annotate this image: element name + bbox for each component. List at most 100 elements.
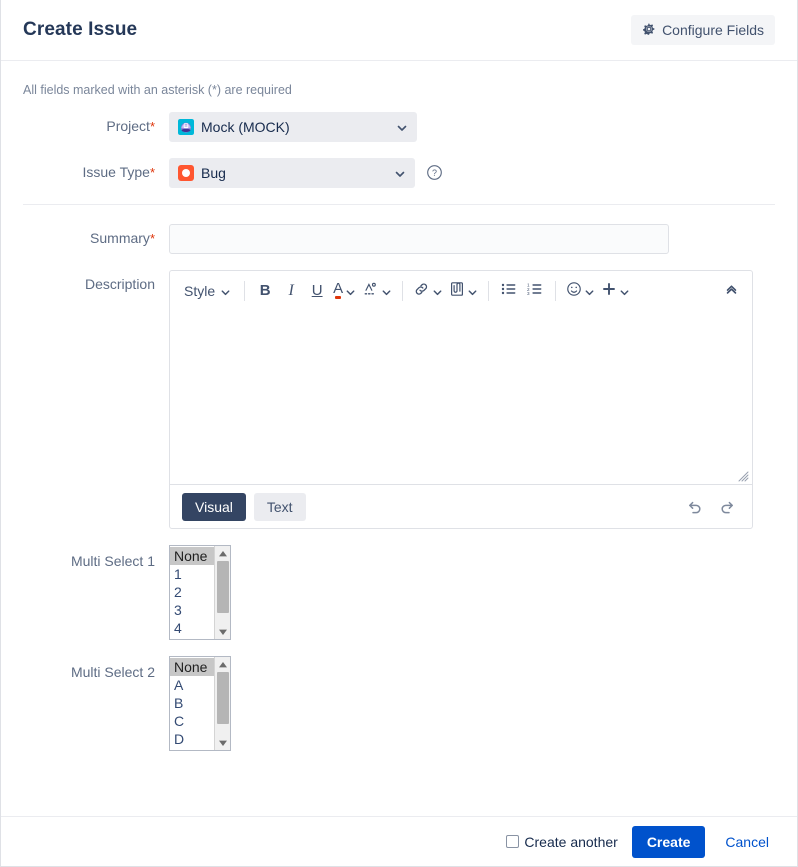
italic-button[interactable]: I (278, 277, 304, 305)
toolbar-separator (402, 280, 404, 301)
undo-icon[interactable] (686, 498, 704, 516)
svg-text:?: ? (432, 168, 437, 178)
summary-input[interactable] (169, 224, 669, 254)
editor-footer: Visual Text (170, 485, 752, 528)
resize-grip-icon[interactable] (737, 469, 749, 482)
multi-select-1-options: None 1 2 3 4 (170, 546, 214, 639)
issue-type-field-row: Issue Type* Bug ? (23, 158, 775, 188)
chevron-down-icon (432, 285, 443, 296)
multi-select-2-field-row: Multi Select 2 None A B C D (23, 656, 775, 751)
chevron-down-icon (396, 121, 408, 133)
list-item[interactable]: 3 (170, 601, 214, 619)
toolbar-separator (488, 280, 490, 301)
list-item[interactable]: C (170, 712, 214, 730)
project-label: Project* (106, 118, 155, 134)
undo-redo-group (686, 498, 740, 516)
clear-formatting-button[interactable] (359, 277, 395, 305)
insert-more-button[interactable] (598, 277, 633, 305)
attachment-button[interactable] (446, 277, 481, 305)
tab-text[interactable]: Text (253, 492, 306, 521)
multi-select-2-label: Multi Select 2 (70, 664, 155, 680)
tab-visual[interactable]: Visual (182, 492, 246, 521)
multi-select-2[interactable]: None A B C D (169, 656, 231, 751)
issue-type-select-value: Bug (201, 165, 226, 181)
cancel-button[interactable]: Cancel (719, 833, 775, 851)
link-icon (413, 281, 430, 300)
description-label: Description (84, 276, 155, 292)
help-circle-icon[interactable]: ? (426, 164, 443, 181)
scrollbar-thumb[interactable] (217, 561, 229, 613)
create-another-label: Create another (524, 833, 618, 850)
emoji-icon (566, 281, 582, 300)
list-item[interactable]: 2 (170, 583, 214, 601)
chevron-down-icon (394, 167, 406, 179)
multi-select-1[interactable]: None 1 2 3 4 (169, 545, 231, 640)
bold-button[interactable]: B (252, 277, 278, 305)
redo-icon[interactable] (718, 498, 736, 516)
multi-select-2-scrollbar[interactable] (214, 657, 230, 750)
project-select[interactable]: Mock (MOCK) (169, 112, 417, 142)
required-asterisk: * (149, 231, 155, 246)
underline-button[interactable]: U (304, 277, 330, 305)
scroll-down-arrow-icon[interactable] (215, 735, 231, 750)
dialog-header: Create Issue Configure Fields (1, 0, 797, 61)
multi-select-2-options: None A B C D (170, 657, 214, 750)
list-item[interactable]: B (170, 694, 214, 712)
chevron-down-icon (220, 285, 231, 296)
create-issue-dialog: Create Issue Configure Fields All fields… (0, 0, 798, 867)
numbered-list-button[interactable]: 1 2 3 (522, 277, 548, 305)
scrollbar-thumb[interactable] (217, 672, 229, 724)
svg-text:3: 3 (527, 291, 530, 296)
list-item[interactable]: 1 (170, 565, 214, 583)
clear-formatting-icon (362, 282, 379, 300)
required-asterisk: * (149, 119, 155, 134)
dialog-footer: Create another Create Cancel (1, 816, 797, 866)
style-dropdown-button[interactable]: Style (178, 277, 237, 305)
toolbar-separator (244, 280, 246, 301)
section-divider (23, 204, 775, 205)
required-asterisk: * (149, 165, 155, 180)
bug-issue-type-icon (178, 165, 194, 181)
description-editor-content[interactable] (170, 310, 752, 485)
toolbar-separator (555, 280, 557, 301)
numbered-list-icon: 1 2 3 (527, 282, 543, 299)
issue-type-select[interactable]: Bug (169, 158, 415, 188)
chevron-down-icon (467, 285, 478, 296)
chevron-down-icon (619, 285, 630, 296)
gear-icon (642, 22, 656, 39)
description-field-row: Description Style B I U A 1 2 3 Visual T… (23, 270, 775, 529)
create-another-checkbox-group[interactable]: Create another (506, 833, 618, 850)
multi-select-1-label: Multi Select 1 (70, 553, 155, 569)
multi-select-1-scrollbar[interactable] (214, 546, 230, 639)
list-item[interactable]: None (170, 658, 214, 676)
scroll-up-arrow-icon[interactable] (215, 657, 231, 672)
emoji-button[interactable] (563, 277, 598, 305)
page-title: Create Issue (23, 19, 138, 40)
bullet-list-button[interactable] (496, 277, 522, 305)
list-item[interactable]: 4 (170, 619, 214, 637)
chevron-double-up-icon (724, 282, 739, 300)
chevron-down-icon (584, 285, 595, 296)
multi-select-1-field-row: Multi Select 1 None 1 2 3 4 (23, 545, 775, 640)
dialog-body: All fields marked with an asterisk (*) a… (1, 61, 797, 817)
collapse-toolbar-button[interactable] (718, 277, 744, 305)
description-rich-text-editor: Style B I U A 1 2 3 Visual Text (169, 270, 753, 529)
configure-fields-label: Configure Fields (662, 22, 764, 38)
create-another-checkbox[interactable] (506, 835, 520, 848)
text-color-button[interactable]: A (330, 277, 359, 305)
plus-icon (601, 281, 617, 300)
project-field-row: Project* Mock (MOCK) (23, 112, 775, 142)
link-button[interactable] (410, 277, 446, 305)
list-item[interactable]: None (170, 547, 214, 565)
scroll-down-arrow-icon[interactable] (215, 624, 231, 639)
configure-fields-button[interactable]: Configure Fields (631, 15, 775, 45)
scroll-up-arrow-icon[interactable] (215, 546, 231, 561)
list-item[interactable]: D (170, 730, 214, 748)
create-button[interactable]: Create (631, 825, 706, 858)
summary-label: Summary* (90, 230, 155, 246)
project-select-value: Mock (MOCK) (201, 119, 290, 135)
text-color-label: A (333, 281, 343, 300)
list-item[interactable]: A (170, 676, 214, 694)
required-fields-note: All fields marked with an asterisk (*) a… (23, 83, 292, 97)
issue-type-label: Issue Type* (82, 164, 155, 180)
